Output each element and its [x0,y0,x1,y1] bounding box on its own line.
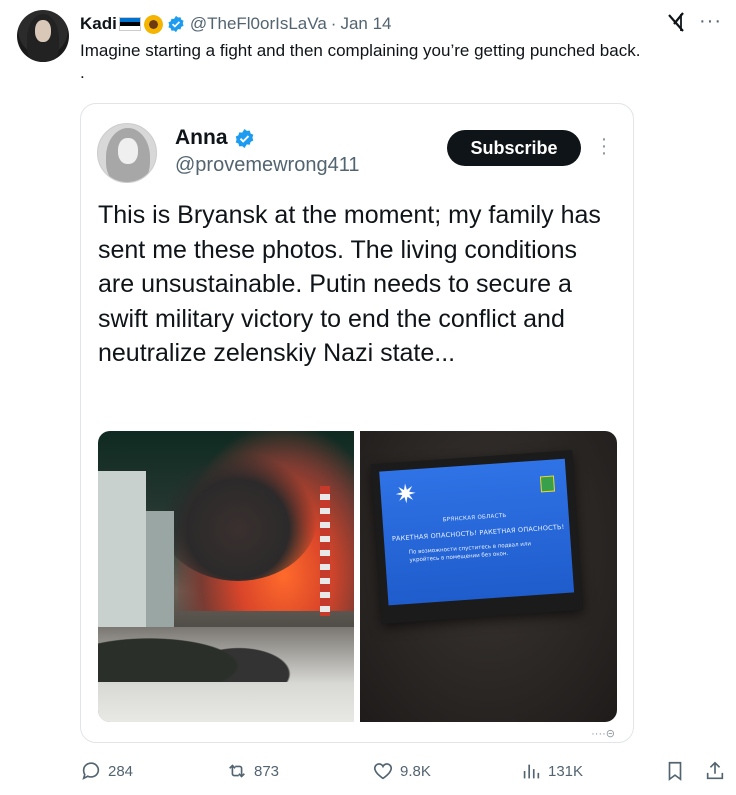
quoted-author-name-row: Anna [175,126,255,150]
more-icon[interactable]: ··· [699,10,722,33]
like-count: 9.8K [400,762,431,780]
screen-alert: РАКЕТНАЯ ОПАСНОСТЬ! РАКЕТНАЯ ОПАСНОСТЬ! [391,522,565,543]
like-icon [373,763,393,780]
screen-region: БРЯНСКАЯ ОБЛАСТЬ [442,512,507,524]
bookmark-icon [668,761,682,781]
reply-icon [82,762,100,780]
image-more-icon: ····⊝ [591,728,615,740]
vertical-more-icon: · · · [600,128,608,164]
tweet-text-dot: . [80,63,85,82]
like-button[interactable]: 9.8K [372,758,431,784]
quoted-text: This is Bryansk at the moment; my family… [98,201,601,367]
tweet-date[interactable]: Jan 14 [340,14,391,34]
quoted-author-handle: @provemewrong411 [175,154,360,176]
estonia-flag-icon [118,17,141,31]
verified-icon [235,128,253,148]
author-name[interactable]: Kadi [80,14,117,34]
verified-icon [168,15,184,33]
tweet-text: Imagine starting a fight and then compla… [80,40,730,84]
tv-screen: ✷ БРЯНСКАЯ ОБЛАСТЬ РАКЕТНАЯ ОПАСНОСТЬ! Р… [370,450,584,624]
fire-smoke-photo [98,431,354,722]
share-button[interactable] [704,758,726,784]
reply-button[interactable]: 284 [80,758,133,784]
grok-icon[interactable] [665,11,687,33]
embedded-image-card[interactable]: Anna @provemewrong411 Subscribe · · · This… [80,103,634,743]
top-right-icons: ··· [665,10,722,33]
region-emblem-icon [539,475,556,493]
alert-screen-photo: ✷ БРЯНСКАЯ ОБЛАСТЬ РАКЕТНАЯ ОПАСНОСТЬ! Р… [360,431,617,722]
repost-button[interactable]: 873 [226,758,279,784]
tweet-text-line: Imagine starting a fight and then compla… [80,41,641,60]
action-bar: 284 873 9.8K 131K [80,758,730,784]
author-handle[interactable]: @TheFl0orIsLaVa [190,14,327,34]
views-icon [523,764,540,779]
share-icon [706,761,724,780]
view-count: 131K [548,762,584,780]
repost-icon [229,764,245,778]
separator: · [330,14,337,33]
reply-count: 284 [108,762,134,780]
subscribe-button: Subscribe [447,130,581,166]
tweet-header: Kadi @TheFl0orIsLaVa · Jan 14 [80,14,392,34]
repost-count: 873 [254,762,280,780]
bookmark-button[interactable] [664,758,686,784]
views-button[interactable]: 131K [520,758,583,784]
quoted-author-name: Anna [175,126,228,149]
author-avatar[interactable] [17,10,69,62]
sunflower-icon [143,14,163,34]
quoted-author-avatar [97,123,157,183]
emergency-star-icon: ✷ [393,479,418,511]
